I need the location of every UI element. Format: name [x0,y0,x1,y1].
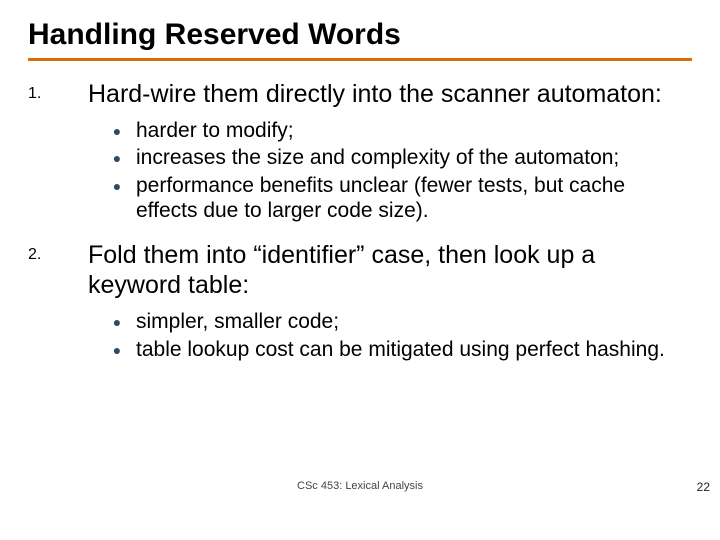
title-rule [28,58,692,61]
sub-text: table lookup cost can be mitigated using… [136,337,692,363]
sub-text: harder to modify; [136,118,692,144]
sub-item: ● harder to modify; [98,118,692,144]
sub-item: ● performance benefits unclear (fewer te… [98,173,692,224]
bullet-icon: ● [98,118,136,139]
sub-text: performance benefits unclear (fewer test… [136,173,692,224]
slide: Handling Reserved Words 1. Hard-wire the… [0,0,720,540]
bullet-icon: ● [98,309,136,330]
item-number: 1. [28,79,88,103]
slide-title: Handling Reserved Words [28,18,692,52]
list-item-2: 2. Fold them into “identifier” case, the… [28,240,692,301]
sub-text: increases the size and complexity of the… [136,145,692,171]
bullet-icon: ● [98,145,136,166]
page-number: 22 [697,480,710,494]
list-item-1: 1. Hard-wire them directly into the scan… [28,79,692,110]
sub-item: ● simpler, smaller code; [98,309,692,335]
item-text: Hard-wire them directly into the scanner… [88,79,692,110]
bullet-icon: ● [98,173,136,194]
sub-item: ● table lookup cost can be mitigated usi… [98,337,692,363]
footer-text: CSc 453: Lexical Analysis [0,480,720,492]
bullet-icon: ● [98,337,136,358]
sub-text: simpler, smaller code; [136,309,692,335]
item-text: Fold them into “identifier” case, then l… [88,240,692,301]
sub-item: ● increases the size and complexity of t… [98,145,692,171]
item-number: 2. [28,240,88,264]
